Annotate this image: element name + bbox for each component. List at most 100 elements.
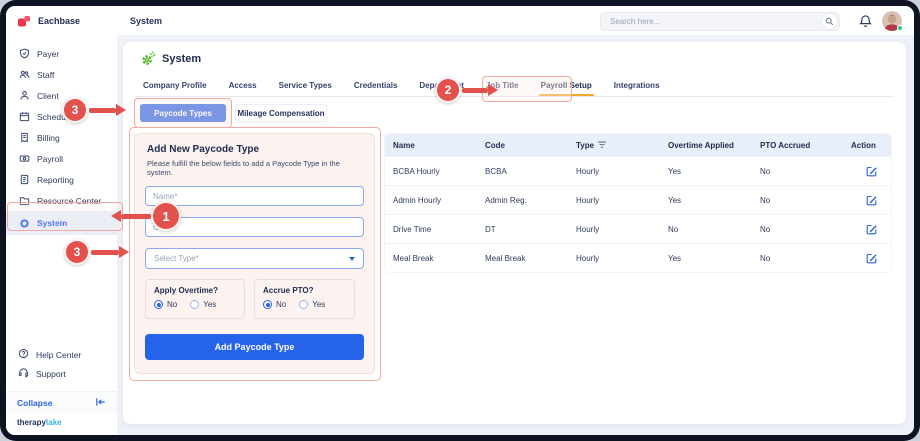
tab-job-title[interactable]: Job Title [486,74,519,96]
sidebar-item-label: Reporting [37,175,74,185]
radio-selected-icon [263,300,272,309]
add-paycode-type-button[interactable]: Add Paycode Type [145,334,364,360]
radio-selected-icon [154,300,163,309]
therapylake-logo-part2: lake [46,418,62,427]
sidebar-item-label: Payroll [37,154,63,164]
form-description: Please fulfill the below fields to add a… [147,159,366,177]
calendar-icon [18,111,30,123]
tab-payroll-setup[interactable]: Payroll Setup [541,74,592,96]
sidebar-item-help-center[interactable]: Help Center [6,345,117,364]
apply-overtime-question: Apply Overtime? [154,286,236,295]
sidebar-footer: Help Center Support Collapse therapylake [6,345,117,435]
sidebar-item-schedule[interactable]: Schedule [6,106,117,127]
edit-icon[interactable] [851,223,891,236]
edit-icon[interactable] [851,165,891,178]
sidebar-item-client[interactable]: Client [6,85,117,106]
paycode-types-button[interactable]: Paycode Types [140,104,226,122]
sidebar: Payer Staff Client Schedule Billing [6,36,118,435]
brand: Eachbase [6,6,118,36]
tab-service-types[interactable]: Service Types [279,74,332,96]
table-header: Name Code Type Overtime Applied PTO Accr… [385,134,891,156]
cell-name: Meal Break [385,254,477,263]
notifications-bell-icon[interactable] [858,14,873,29]
cell-pto: No [752,196,843,205]
cell-type: Hourly [568,196,660,205]
eachbase-logo-icon [17,14,32,29]
edit-icon[interactable] [851,252,891,265]
sidebar-item-label: Schedule [37,112,72,122]
main-content: System Company Profile Access Service Ty… [118,36,914,435]
search-input[interactable] [601,17,822,26]
sidebar-item-label: Client [37,91,59,101]
cell-type: Hourly [568,254,660,263]
page-title-text: System [162,53,201,65]
edit-icon[interactable] [851,194,891,207]
therapylake-logo: therapylake [6,413,117,435]
system-card: System Company Profile Access Service Ty… [123,42,906,424]
shield-icon [18,48,30,60]
cell-overtime: Yes [660,254,752,263]
sidebar-item-payer[interactable]: Payer [6,43,117,64]
accrue-pto-question: Accrue PTO? [263,286,346,295]
filter-icon[interactable] [598,141,607,149]
sidebar-item-support[interactable]: Support [6,364,117,383]
table-row: Drive Time DT Hourly No No [385,214,891,243]
sidebar-item-resource-center[interactable]: Resource Center [6,190,117,211]
sidebar-item-billing[interactable]: Billing [6,127,117,148]
column-header-code: Code [477,141,568,150]
help-center-label: Help Center [36,350,81,360]
code-field[interactable] [145,217,364,237]
type-select-placeholder: Select Type* [154,254,199,263]
money-icon [18,153,30,165]
tab-company-profile[interactable]: Company Profile [143,74,207,96]
online-status-dot [897,25,903,31]
apply-overtime-group: Apply Overtime? No Yes [145,279,245,319]
sidebar-item-label: Payer [37,49,59,59]
accrue-pto-no-radio[interactable]: No [263,300,286,309]
search-icon[interactable] [822,14,837,29]
annotation-highlight-form: Add New Paycode Type Please fulfill the … [129,127,381,381]
system-icon [18,217,30,229]
cell-code: BCBA [477,167,568,176]
tabs-divider [135,96,894,97]
radio-label: Yes [312,300,325,309]
radio-label: Yes [203,300,216,309]
cell-name: Admin Hourly [385,196,477,205]
sidebar-item-reporting[interactable]: Reporting [6,169,117,190]
tab-integrations[interactable]: Integrations [614,74,660,96]
accrue-pto-yes-radio[interactable]: Yes [299,300,325,309]
cell-overtime: Yes [660,167,752,176]
name-field[interactable] [145,186,364,206]
brand-name: Eachbase [38,16,80,26]
topbar: Eachbase System [6,6,914,36]
tabs-bar: Company Profile Access Service Types Cre… [143,74,660,96]
sidebar-item-system[interactable]: System [6,211,117,235]
help-icon [18,348,29,361]
paycode-types-table: Name Code Type Overtime Applied PTO Accr… [384,133,892,273]
cell-code: Meal Break [477,254,568,263]
sidebar-item-label: Staff [37,70,54,80]
tab-credentials[interactable]: Credentials [354,74,398,96]
gear-icon [141,51,156,66]
cell-overtime: No [660,225,752,234]
people-icon [18,69,30,81]
search-bar [600,12,840,31]
tab-department[interactable]: Department [419,74,463,96]
mileage-compensation-button[interactable]: Mileage Compensation [235,104,327,122]
cell-type: Hourly [568,225,660,234]
sidebar-item-payroll[interactable]: Payroll [6,148,117,169]
column-header-pto-accrued: PTO Accrued [752,141,843,150]
collapse-control[interactable]: Collapse [6,391,117,413]
add-paycode-form: Add New Paycode Type Please fulfill the … [134,133,375,374]
table-row: Admin Hourly Admin Reg. Hourly Yes No [385,185,891,214]
tab-access[interactable]: Access [229,74,257,96]
apply-overtime-yes-radio[interactable]: Yes [190,300,216,309]
folder-icon [18,195,30,207]
cell-pto: No [752,167,843,176]
apply-overtime-no-radio[interactable]: No [154,300,177,309]
headset-icon [18,367,29,380]
cell-name: Drive Time [385,225,477,234]
type-select[interactable]: Select Type* [145,248,364,269]
accrue-pto-group: Accrue PTO? No Yes [254,279,355,319]
sidebar-item-staff[interactable]: Staff [6,64,117,85]
